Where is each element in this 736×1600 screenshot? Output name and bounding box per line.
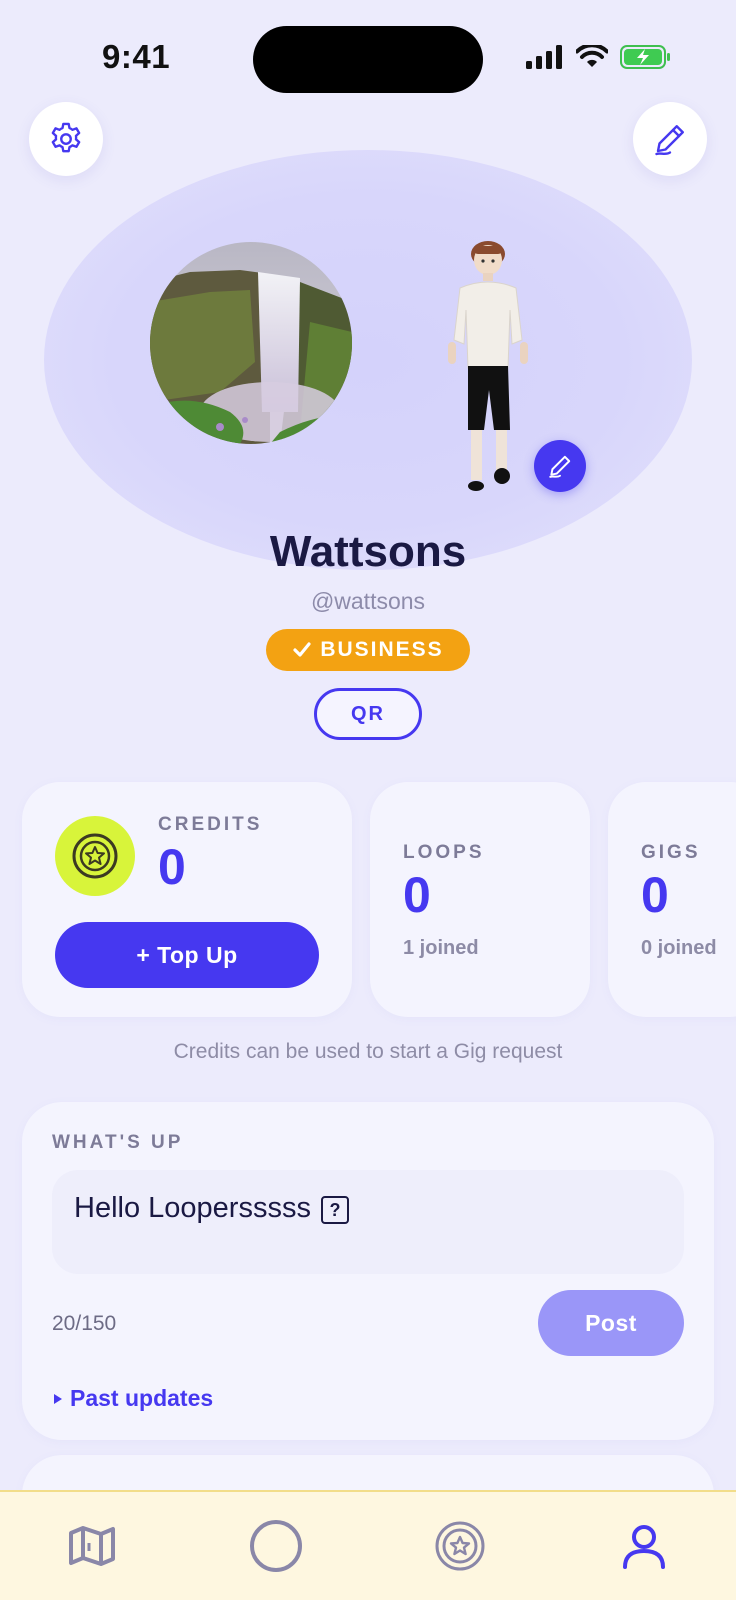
triangle-right-icon [54,1393,62,1404]
loops-label: LOOPS [403,842,485,863]
dynamic-island [253,26,483,93]
coin-star-icon [435,1521,485,1571]
gigs-card[interactable]: GIGS 0 0 joined [608,782,736,1017]
credits-value: 0 [158,839,186,895]
past-updates-toggle[interactable]: Past updates [52,1385,213,1412]
coin-star-icon [72,833,118,879]
post-button[interactable]: Post [538,1290,684,1356]
business-badge: BUSINESS [266,629,470,671]
loops-joined: 1 joined [403,937,479,959]
bottom-nav [0,1490,736,1600]
pencil-icon [655,125,684,156]
waterfall-photo [150,242,352,444]
whats-up-input[interactable]: Hello Loopersssss ? [52,1170,684,1274]
profile-name: Wattsons [269,527,467,576]
settings-button[interactable] [29,102,103,176]
nav-map[interactable] [62,1516,122,1576]
battery-charging-icon [620,45,670,69]
character-avatar[interactable] [442,240,542,502]
unknown-emoji-icon: ? [320,1196,349,1224]
hero-background [44,150,692,570]
profile-handle: @wattsons [310,588,426,614]
whats-up-card: WHAT'S UP Hello Loopersssss ? 20/150 Pos… [22,1102,714,1440]
status-bar: 9:41 [0,0,736,110]
gigs-label: GIGS [641,842,701,863]
edit-avatar-button[interactable] [534,440,586,492]
whats-up-label: WHAT'S UP [52,1132,184,1153]
credits-label: CREDITS [158,814,263,835]
nav-profile[interactable] [614,1516,674,1576]
loops-value: 0 [403,867,431,923]
business-badge-label: BUSINESS [320,638,444,661]
coin-badge [55,816,135,896]
avatar-figure [448,241,528,491]
past-updates-label: Past updates [70,1385,214,1411]
gigs-joined: 0 joined [641,937,717,959]
edit-profile-button[interactable] [633,102,707,176]
loops-card[interactable]: LOOPS 0 1 joined [370,782,590,1017]
checkmark-icon [293,642,311,657]
char-count: 20/150 [52,1312,117,1335]
credits-note: Credits can be used to start a Gig reque… [173,1040,563,1063]
pencil-icon [549,455,571,478]
cellular-signal-icon [526,45,562,69]
nav-credits[interactable] [430,1516,490,1576]
wifi-icon [576,45,608,67]
whats-up-text: Hello Loopersssss [74,1192,311,1224]
nav-home[interactable] [246,1516,306,1576]
status-time: 9:41 [102,38,171,75]
top-up-button[interactable]: + Top Up [55,922,319,988]
circle-icon [250,1520,302,1572]
gear-icon [51,122,81,153]
map-icon [69,1526,115,1566]
person-icon [623,1525,665,1569]
credits-card: CREDITS 0 + Top Up [22,782,352,1017]
qr-button[interactable]: QR [314,688,422,740]
profile-photo[interactable] [150,242,352,444]
status-icons [526,44,672,70]
gigs-value: 0 [641,867,669,923]
